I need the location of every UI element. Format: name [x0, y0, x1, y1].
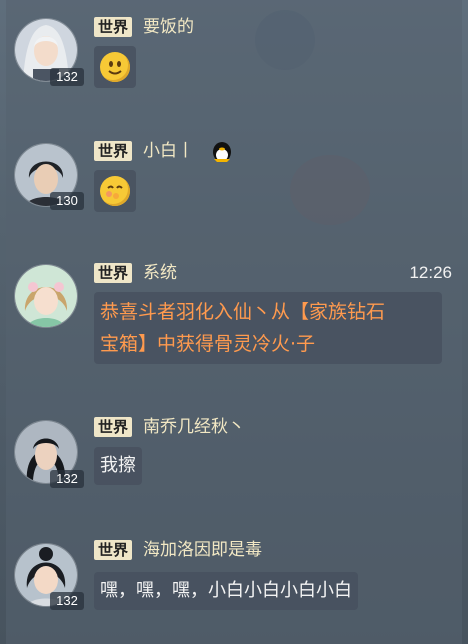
channel-tag: 世界 — [94, 17, 133, 37]
sender-name[interactable]: 小白丨 — [143, 141, 194, 161]
message-bubble[interactable]: 我擦 — [94, 447, 142, 485]
channel-tag: 世界 — [94, 540, 133, 560]
shy-emoji-icon — [100, 176, 130, 206]
smile-emoji-icon — [100, 52, 130, 82]
chat-message: 130 世界 小白丨 — [6, 120, 462, 230]
message-bubble — [94, 170, 136, 212]
level-badge: 132 — [50, 68, 84, 86]
channel-tag: 世界 — [94, 141, 133, 161]
level-badge: 130 — [50, 192, 84, 210]
qq-penguin-icon — [209, 138, 235, 168]
sender-name[interactable]: 南乔几经秋丶 — [143, 417, 245, 437]
level-badge: 132 — [50, 592, 84, 610]
system-message-bubble[interactable]: 恭喜斗者羽化入仙丶从【家族钻石 宝箱】中获得骨灵冷火·子 — [94, 292, 442, 364]
system-message-line: 宝箱】中获得骨灵冷火·子 — [100, 333, 316, 355]
timestamp: 12:26 — [409, 263, 452, 282]
chat-panel[interactable]: 132 世界 要饭的 130 世界 小白丨 世界 系统 12:26 恭喜斗者羽化… — [6, 0, 462, 644]
chat-message: 132 世界 南乔几经秋丶 我擦 — [6, 400, 462, 510]
channel-tag: 世界 — [94, 417, 133, 437]
sender-name[interactable]: 要饭的 — [143, 17, 194, 37]
channel-tag: 世界 — [94, 263, 133, 283]
avatar[interactable] — [14, 264, 78, 328]
chat-message: 132 世界 海加洛因即是毒 嘿，嘿，嘿，小白小白小白小白 — [6, 525, 462, 635]
system-message-line: 恭喜斗者羽化入仙丶从【家族钻石 — [100, 301, 386, 323]
chat-message: 世界 系统 12:26 恭喜斗者羽化入仙丶从【家族钻石 宝箱】中获得骨灵冷火·子 — [6, 250, 462, 380]
sender-name: 系统 — [143, 263, 177, 283]
message-bubble — [94, 46, 136, 88]
level-badge: 132 — [50, 470, 84, 488]
chat-message: 132 世界 要饭的 — [6, 0, 462, 110]
sender-name[interactable]: 海加洛因即是毒 — [143, 540, 262, 560]
message-bubble[interactable]: 嘿，嘿，嘿，小白小白小白小白 — [94, 572, 358, 610]
